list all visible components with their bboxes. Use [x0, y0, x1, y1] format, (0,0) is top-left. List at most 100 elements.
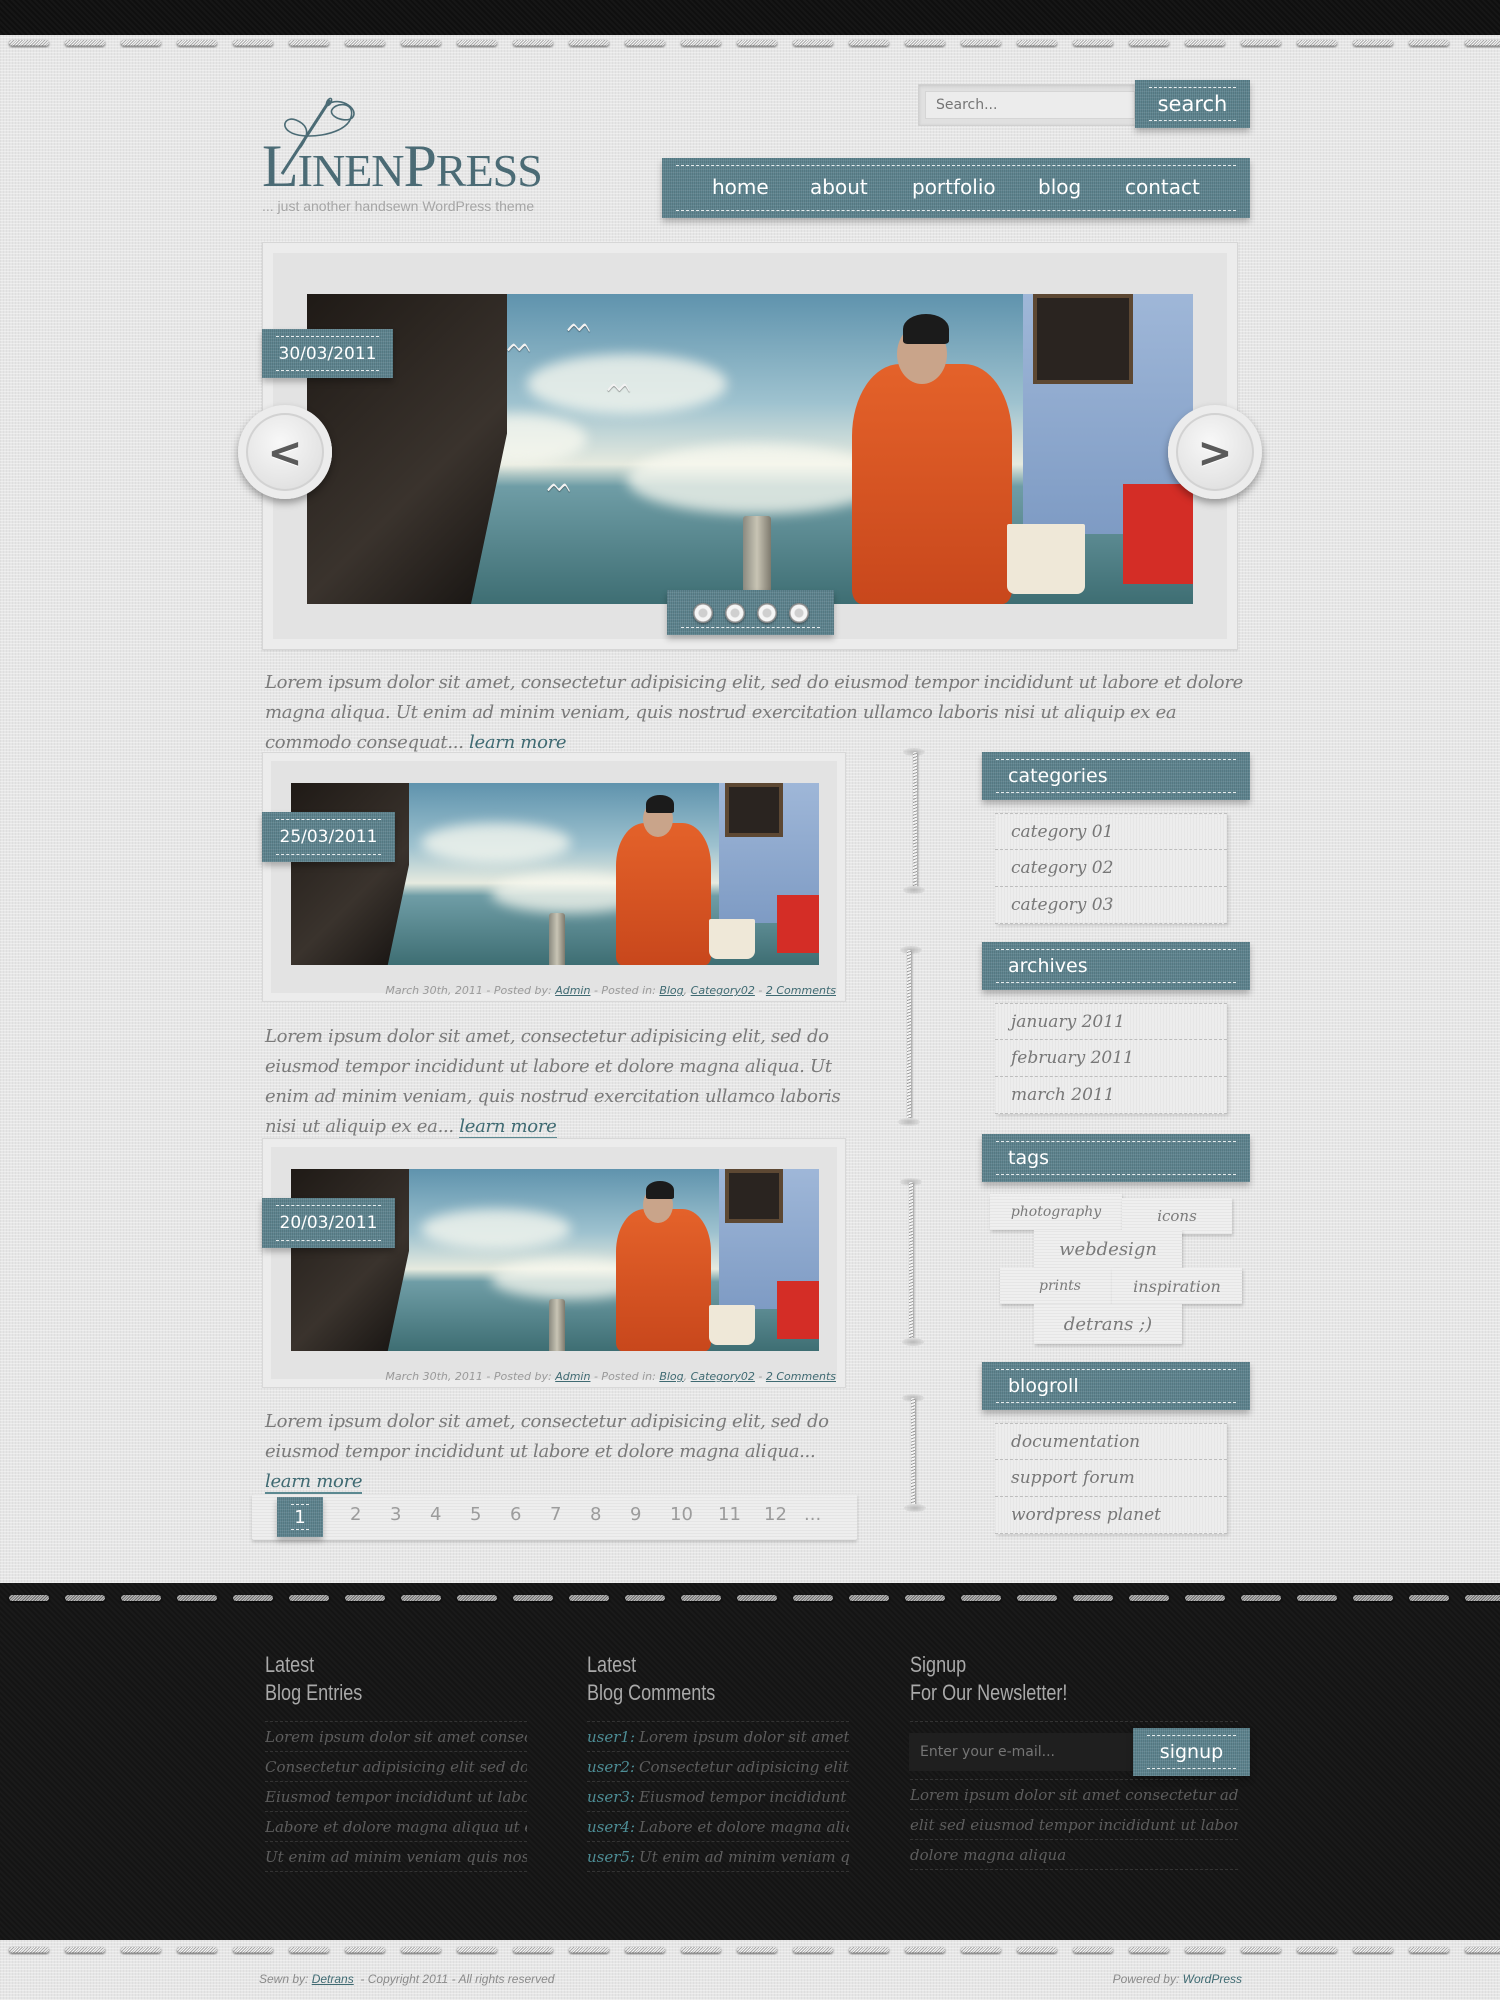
- footer-comment-item[interactable]: user2: Consectetur adipisicing elit: [587, 1752, 849, 1782]
- newsletter-email-input[interactable]: [909, 1733, 1134, 1771]
- page-1-button[interactable]: 1: [277, 1497, 323, 1537]
- footer-comment-item[interactable]: user4:Labore et dolore magna aliqua: [587, 1812, 849, 1842]
- search-input[interactable]: [925, 91, 1135, 119]
- sidebar-archives-list: january 2011 february 2011 march 2011: [995, 1003, 1227, 1114]
- page-12-link[interactable]: 12: [764, 1504, 787, 1525]
- sidebar-category-item[interactable]: category 01: [995, 813, 1227, 850]
- chevron-right-icon: >: [1197, 427, 1233, 477]
- comment-text: Eiusmod tempor incididunt ut: [639, 1787, 849, 1806]
- footer-entry-item[interactable]: Labore et dolore magna aliqua ut enim: [265, 1812, 527, 1842]
- stitch: [569, 40, 609, 46]
- comment-user: user4:: [587, 1817, 636, 1836]
- sidebar-archive-item[interactable]: march 2011: [995, 1077, 1227, 1114]
- site-logo[interactable]: LINENPRESS ... just another handsewn Wor…: [262, 96, 552, 218]
- stitch: [121, 40, 161, 46]
- nav-item-contact[interactable]: contact: [1125, 175, 1200, 199]
- newsletter-signup-button[interactable]: signup: [1133, 1728, 1250, 1776]
- logo-letters-inen: INEN: [297, 145, 405, 196]
- nav-item-home[interactable]: home: [712, 175, 769, 199]
- slider-dot-3[interactable]: [756, 602, 777, 623]
- footer-comments-list: user1: Lorem ipsum dolor sit amet user2: C…: [587, 1721, 849, 1872]
- post-2-excerpt: Lorem ipsum dolor sit amet, consectetur …: [265, 1407, 865, 1497]
- sidebar-blogroll-item[interactable]: wordpress planet: [995, 1497, 1227, 1534]
- post-2-comments-link[interactable]: 2 Comments: [766, 1370, 836, 1383]
- post-2-author-link[interactable]: Admin: [555, 1370, 590, 1383]
- post-2-image[interactable]: [291, 1169, 819, 1351]
- search-button[interactable]: search: [1135, 80, 1250, 128]
- footer-entry-item[interactable]: Consectetur adipisicing elit sed do: [265, 1752, 527, 1782]
- post-1-learn-more-link[interactable]: learn more: [459, 1116, 557, 1139]
- slider-dot-1[interactable]: [692, 602, 713, 623]
- footer-comment-item[interactable]: user5: Ut enim ad minim veniam quis: [587, 1842, 849, 1872]
- tag-prints[interactable]: prints: [1000, 1268, 1120, 1304]
- tag-detrans[interactable]: detrans ;): [1034, 1304, 1182, 1344]
- page-4-link[interactable]: 4: [430, 1504, 441, 1525]
- stitch: [625, 1595, 665, 1601]
- sidebar-tags-header: tags: [982, 1134, 1250, 1182]
- author-link[interactable]: Detrans: [312, 1972, 354, 1986]
- page-9-link[interactable]: 9: [630, 1504, 641, 1525]
- pagination: 1 2 3 4 5 6 7 8 9 10 11 12 ...: [252, 1494, 857, 1540]
- stitch: [345, 40, 385, 46]
- slider-next-button[interactable]: >: [1168, 405, 1262, 499]
- stitch: [681, 40, 721, 46]
- post-1-author-link[interactable]: Admin: [555, 984, 590, 997]
- footer-entry-item[interactable]: Ut enim ad minim veniam quis nostrud: [265, 1842, 527, 1872]
- wordpress-link[interactable]: WordPress: [1183, 1972, 1242, 1986]
- page-ellipsis: ...: [804, 1504, 822, 1525]
- nav-item-portfolio[interactable]: portfolio: [912, 175, 996, 199]
- sidebar-blogroll-item[interactable]: documentation: [995, 1423, 1227, 1460]
- sidebar-blogroll-item[interactable]: support forum: [995, 1460, 1227, 1497]
- search-button-label: search: [1157, 92, 1228, 116]
- page-current-label: 1: [294, 1506, 306, 1528]
- sidebar-category-item[interactable]: category 02: [995, 850, 1227, 887]
- footer-comment-item[interactable]: user1: Lorem ipsum dolor sit amet: [587, 1722, 849, 1752]
- slider-dot-2[interactable]: [724, 602, 745, 623]
- sidebar-archive-item[interactable]: january 2011: [995, 1003, 1227, 1040]
- post-1-comments-link[interactable]: 2 Comments: [766, 984, 836, 997]
- post-1-image[interactable]: [291, 783, 819, 965]
- tag-webdesign[interactable]: webdesign: [1034, 1230, 1182, 1268]
- page-3-link[interactable]: 3: [390, 1504, 401, 1525]
- tag-photography[interactable]: photography: [990, 1194, 1122, 1230]
- stitch: [289, 1947, 329, 1953]
- page-5-link[interactable]: 5: [470, 1504, 481, 1525]
- page-8-link[interactable]: 8: [590, 1504, 601, 1525]
- page-7-link[interactable]: 7: [550, 1504, 561, 1525]
- post-1-category-blog-link[interactable]: Blog: [659, 984, 683, 997]
- footer-comment-item[interactable]: user3: Eiusmod tempor incididunt ut: [587, 1782, 849, 1812]
- post-1-date: 25/03/2011: [279, 827, 378, 847]
- post-2-date-tag: 20/03/2011: [262, 1198, 395, 1248]
- slider-prev-button[interactable]: <: [238, 405, 332, 499]
- comment-text: Ut enim ad minim veniam quis: [639, 1847, 849, 1866]
- stitch: [625, 1947, 665, 1953]
- sidebar-category-item[interactable]: category 03: [995, 887, 1227, 924]
- post-1-category02-link[interactable]: Category02: [691, 984, 755, 997]
- slider-image[interactable]: ᨓ ᨓ ᨓ ᨓ: [307, 294, 1193, 604]
- sidebar-archive-item[interactable]: february 2011: [995, 1040, 1227, 1077]
- slider-date-tag: 30/03/2011: [262, 329, 393, 378]
- page-11-link[interactable]: 11: [718, 1504, 741, 1525]
- slider-pagination: [667, 590, 834, 635]
- footer-newsletter-title-line2: For Our Newsletter!: [910, 1680, 1068, 1705]
- comment-user: user5:: [587, 1847, 636, 1866]
- page-2-link[interactable]: 2: [350, 1504, 361, 1525]
- tag-inspiration[interactable]: inspiration: [1112, 1268, 1242, 1304]
- page-10-link[interactable]: 10: [670, 1504, 693, 1525]
- post-2-category02-link[interactable]: Category02: [691, 1370, 755, 1383]
- top-stitching: [0, 38, 1500, 48]
- nav-item-about[interactable]: about: [810, 175, 868, 199]
- post-2-category-blog-link[interactable]: Blog: [659, 1370, 683, 1383]
- logo-letters-ress: RESS: [435, 145, 543, 196]
- tag-icons[interactable]: icons: [1122, 1198, 1232, 1234]
- page-6-link[interactable]: 6: [510, 1504, 521, 1525]
- footer-entry-item[interactable]: Lorem ipsum dolor sit amet consectetur: [265, 1722, 527, 1752]
- footer-entry-item[interactable]: Eiusmod tempor incididunt ut labore et: [265, 1782, 527, 1812]
- slider-dot-4[interactable]: [788, 602, 809, 623]
- post-2-learn-more-link[interactable]: learn more: [265, 1471, 363, 1494]
- stitch: [9, 40, 49, 46]
- sidebar-archives-title: archives: [1008, 955, 1088, 977]
- stitch: [849, 1947, 889, 1953]
- nav-item-blog[interactable]: blog: [1038, 175, 1081, 199]
- post-1-meta: March 30th, 2011 - Posted by: Admin - Po…: [385, 984, 836, 997]
